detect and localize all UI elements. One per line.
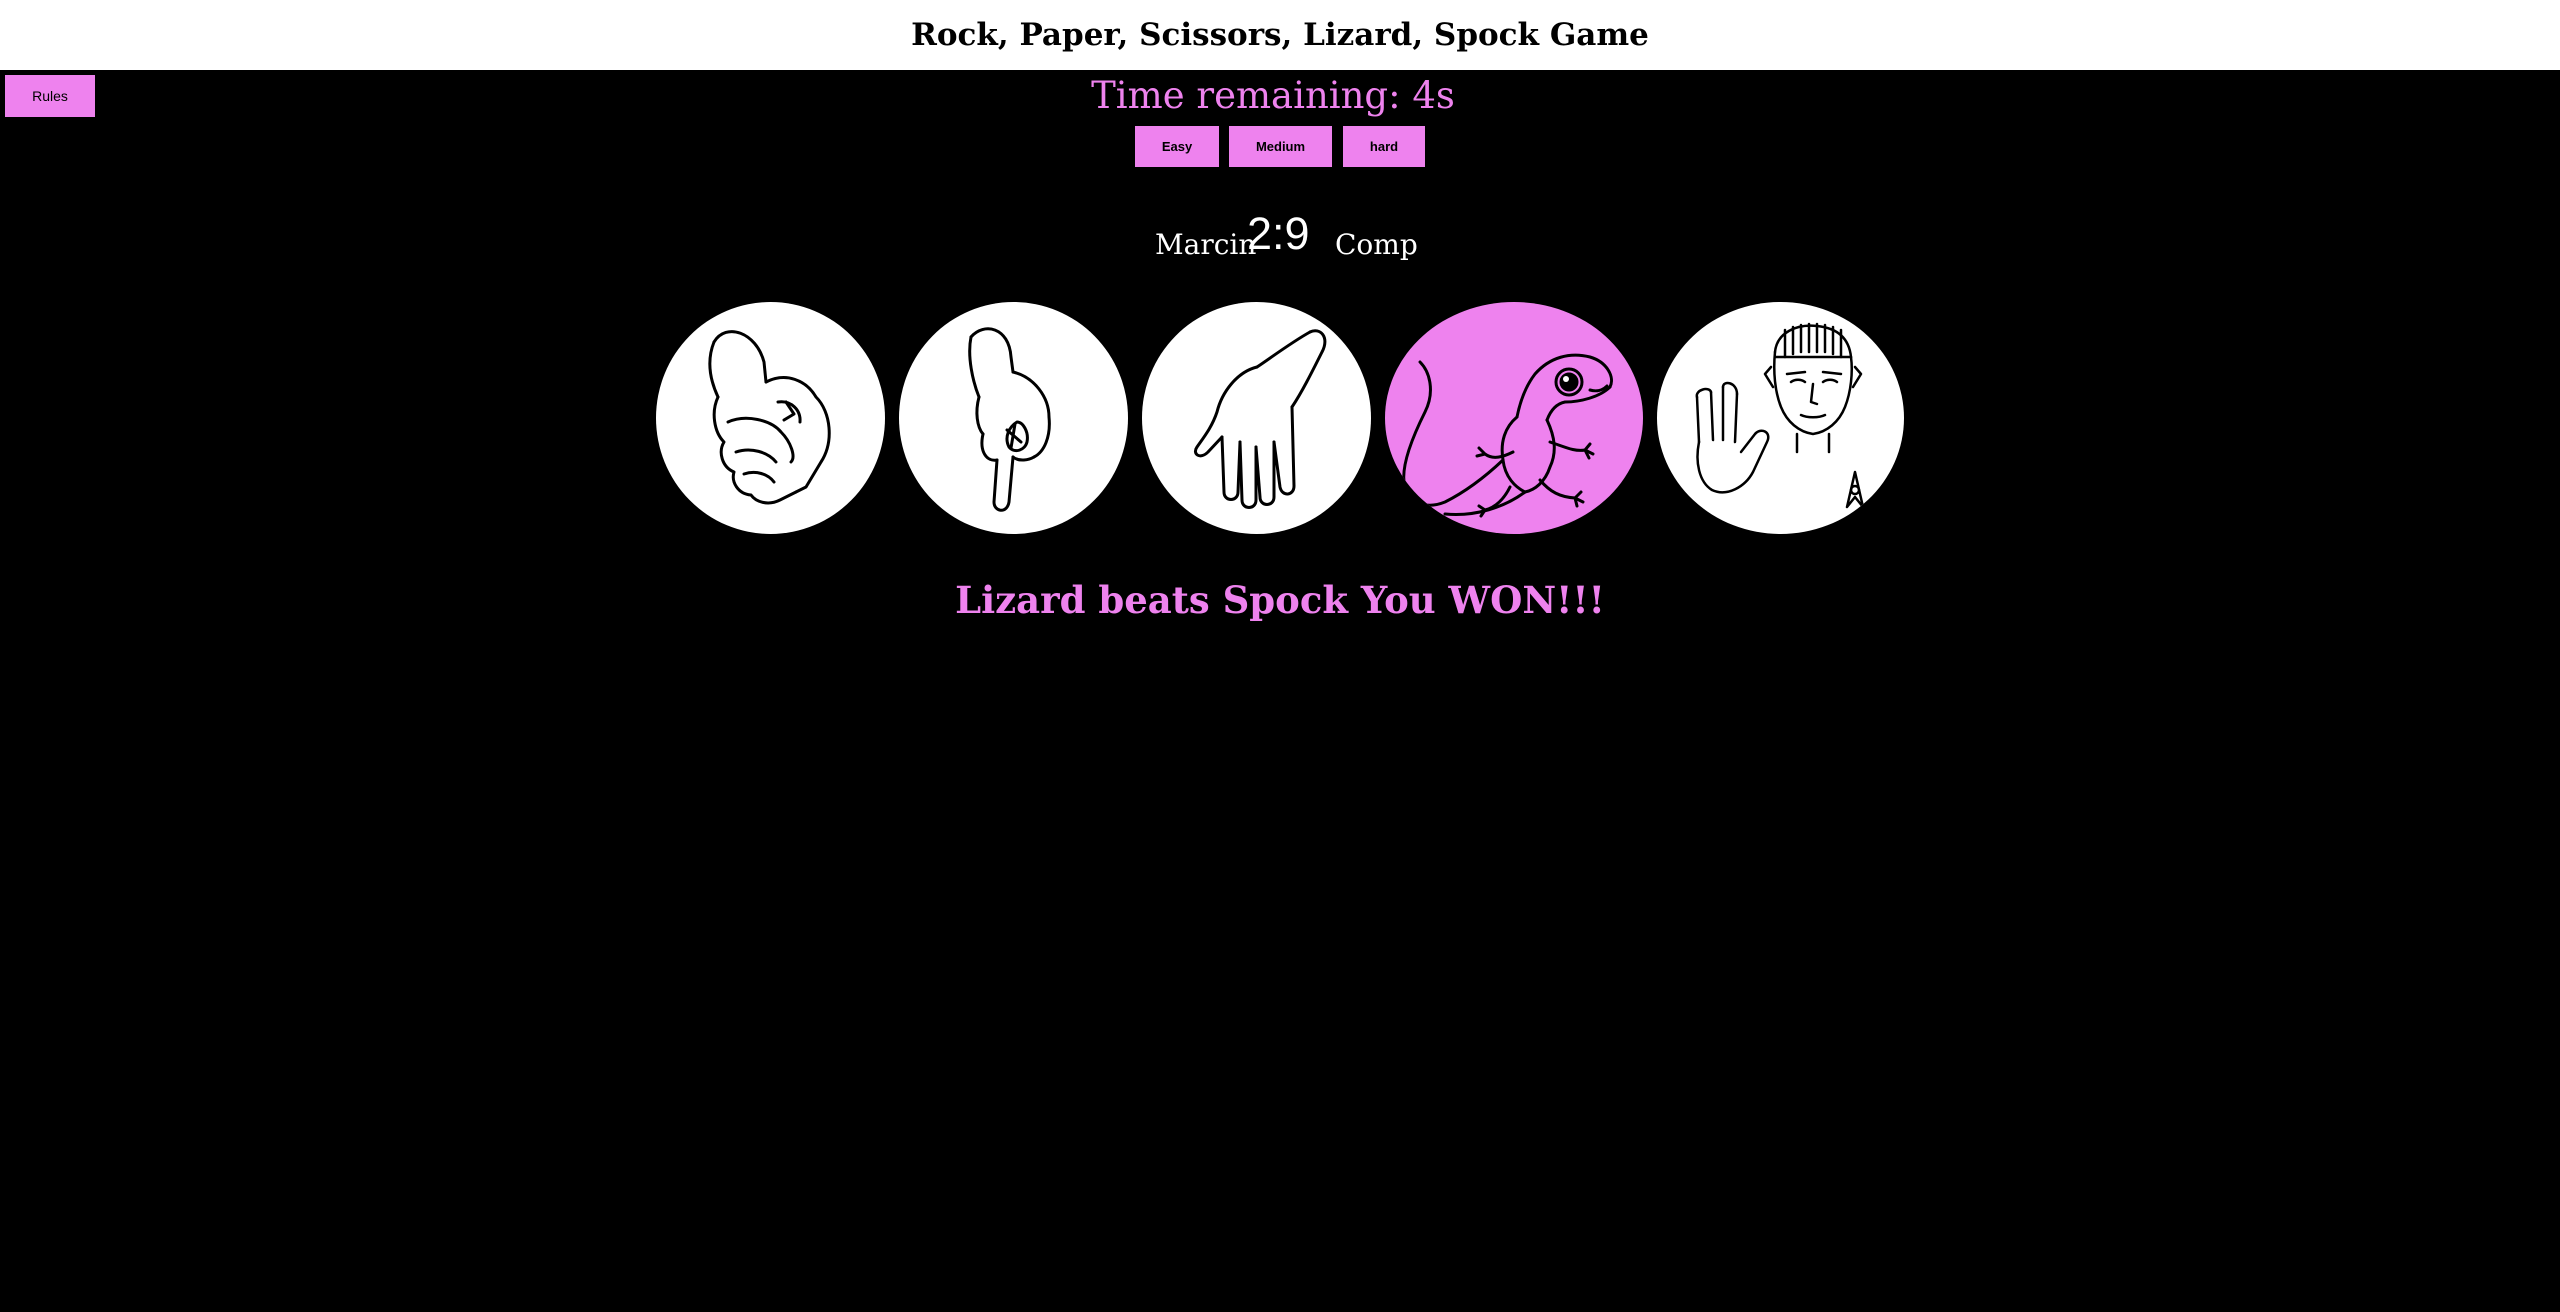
choice-rock[interactable] [656, 302, 885, 534]
choice-paper[interactable] [1142, 302, 1371, 534]
choice-lizard[interactable] [1385, 302, 1643, 534]
player-name: Marcin [1155, 228, 1257, 261]
fist-icon [708, 330, 831, 505]
computer-name: Comp [1335, 228, 1418, 261]
open-hand-icon [1193, 329, 1327, 509]
page-title: Rock, Paper, Scissors, Lizard, Spock Gam… [911, 17, 1649, 53]
scoreboard: Marcin 2:9 Comp [0, 208, 2560, 268]
time-remaining: Time remaining: 4s [1091, 74, 1455, 117]
choice-scissors[interactable] [899, 302, 1128, 534]
difficulty-easy-button[interactable]: Easy [1135, 126, 1219, 167]
choice-spock[interactable] [1657, 302, 1904, 534]
scissors-hand-icon [968, 327, 1051, 512]
result-message: Lizard beats Spock You WON!!! [955, 578, 1605, 622]
spock-icon [1695, 322, 1865, 509]
lizard-icon [1402, 353, 1613, 518]
score: 2:9 [1247, 208, 1310, 259]
difficulty-hard-button[interactable]: hard [1343, 126, 1425, 167]
difficulty-medium-button[interactable]: Medium [1229, 126, 1332, 167]
page-header: Rock, Paper, Scissors, Lizard, Spock Gam… [0, 0, 2560, 70]
